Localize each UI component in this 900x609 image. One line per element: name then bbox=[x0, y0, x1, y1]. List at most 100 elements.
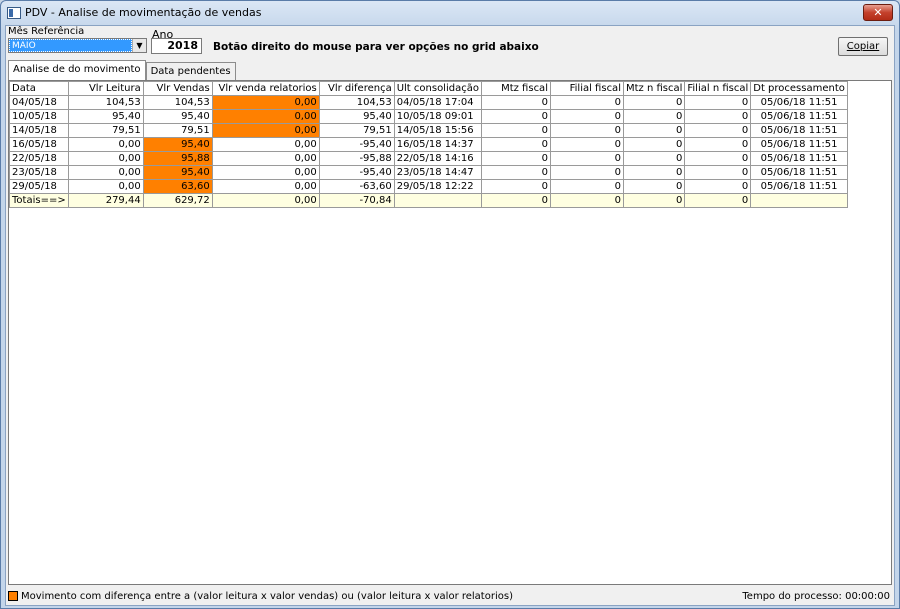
grid-cell[interactable]: 0,00 bbox=[67, 179, 144, 194]
grid-cell[interactable]: 0 bbox=[480, 179, 551, 194]
table-row[interactable]: 10/05/18 95,40 95,40 0,00 95,40 10/05/18 09:0… bbox=[9, 109, 848, 124]
copy-button[interactable]: Copiar bbox=[838, 37, 888, 56]
grid-cell[interactable]: 0 bbox=[549, 165, 624, 180]
grid-cell[interactable]: 95,40 bbox=[142, 137, 213, 152]
grid-cell[interactable]: 79,51 bbox=[142, 123, 213, 138]
table-row[interactable]: 29/05/18 0,00 63,60 0,00 -63,60 29/05/18 12:2… bbox=[9, 179, 848, 194]
grid-cell[interactable]: 0,00 bbox=[211, 95, 320, 110]
grid-cell[interactable]: 05/06/18 11:51 bbox=[750, 95, 848, 110]
grid-cell[interactable]: 04/05/18 17:04 bbox=[393, 95, 482, 110]
grid-cell[interactable]: 22/05/18 14:16 bbox=[393, 151, 482, 166]
grid-cell[interactable]: 0 bbox=[549, 137, 624, 152]
column-header[interactable]: Vlr venda relatorios bbox=[211, 81, 320, 96]
grid-cell[interactable]: 0 bbox=[622, 165, 686, 180]
grid-cell[interactable]: 95,40 bbox=[142, 165, 213, 180]
grid-cell[interactable]: 0 bbox=[549, 179, 624, 194]
chevron-down-icon[interactable]: ▼ bbox=[132, 39, 146, 52]
table-row[interactable]: 16/05/18 0,00 95,40 0,00 -95,40 16/05/18 14:3… bbox=[9, 137, 848, 152]
grid-cell[interactable]: 104,53 bbox=[142, 95, 213, 110]
table-row[interactable]: 04/05/18 104,53 104,53 0,00 104,53 04/05/18 1… bbox=[9, 95, 848, 110]
grid-cell[interactable]: 10/05/18 09:01 bbox=[393, 109, 482, 124]
grid-cell[interactable]: 0 bbox=[480, 109, 551, 124]
grid-cell[interactable]: 05/06/18 11:51 bbox=[750, 151, 848, 166]
grid-cell[interactable]: 04/05/18 bbox=[9, 95, 69, 110]
grid-cell[interactable]: 0 bbox=[622, 95, 686, 110]
grid-cell[interactable]: 0 bbox=[684, 95, 752, 110]
year-input[interactable]: 2018 bbox=[151, 38, 202, 54]
column-header[interactable]: Mtz fiscal bbox=[480, 81, 551, 96]
grid-cell[interactable]: 05/06/18 11:51 bbox=[750, 137, 848, 152]
grid-cell[interactable]: 0,00 bbox=[211, 123, 320, 138]
totals-row[interactable]: Totais==> 279,44 629,72 0,00 -70,84 0 0 0 0 bbox=[9, 193, 848, 208]
close-button[interactable]: ✕ bbox=[863, 4, 893, 21]
grid-cell[interactable]: 29/05/18 12:22 bbox=[393, 179, 482, 194]
grid-cell[interactable]: 0 bbox=[480, 165, 551, 180]
grid-cell[interactable]: 0,00 bbox=[67, 165, 144, 180]
grid-cell[interactable]: 95,40 bbox=[67, 109, 144, 124]
column-header[interactable]: Filial fiscal bbox=[549, 81, 624, 96]
grid-cell[interactable]: 95,88 bbox=[142, 151, 213, 166]
grid-cell[interactable]: 0 bbox=[684, 123, 752, 138]
grid-table[interactable]: Data Vlr Leitura Vlr Vendas Vlr venda relat… bbox=[9, 81, 848, 208]
grid-cell[interactable]: 23/05/18 14:47 bbox=[393, 165, 482, 180]
tab-data-pendentes[interactable]: Data pendentes bbox=[145, 62, 236, 80]
grid-cell[interactable]: 14/05/18 15:56 bbox=[393, 123, 482, 138]
grid-cell[interactable]: -95,88 bbox=[318, 151, 395, 166]
grid-cell[interactable]: 05/06/18 11:51 bbox=[750, 109, 848, 124]
grid-cell[interactable]: 0,00 bbox=[211, 151, 320, 166]
grid-cell[interactable]: 79,51 bbox=[318, 123, 395, 138]
grid-cell[interactable]: 95,40 bbox=[318, 109, 395, 124]
grid-cell[interactable]: 0,00 bbox=[211, 109, 320, 124]
data-grid[interactable]: Data Vlr Leitura Vlr Vendas Vlr venda relat… bbox=[8, 80, 892, 585]
column-header[interactable]: Filial n fiscal bbox=[684, 81, 752, 96]
grid-cell[interactable]: -95,40 bbox=[318, 165, 395, 180]
grid-cell[interactable]: 23/05/18 bbox=[9, 165, 69, 180]
grid-cell[interactable]: 0,00 bbox=[211, 179, 320, 194]
tab-analise-movimento[interactable]: Analise de do movimento bbox=[8, 60, 146, 80]
month-dropdown[interactable]: MAIO ▼ bbox=[8, 38, 147, 53]
grid-cell[interactable]: 0 bbox=[622, 109, 686, 124]
grid-cell[interactable]: 0 bbox=[622, 151, 686, 166]
grid-cell[interactable]: 14/05/18 bbox=[9, 123, 69, 138]
grid-cell[interactable]: 0 bbox=[684, 137, 752, 152]
grid-cell[interactable]: 05/06/18 11:51 bbox=[750, 165, 848, 180]
column-header[interactable]: Vlr diferença bbox=[318, 81, 395, 96]
grid-cell[interactable]: 0,00 bbox=[67, 137, 144, 152]
grid-cell[interactable]: 95,40 bbox=[142, 109, 213, 124]
grid-cell[interactable]: 0 bbox=[684, 165, 752, 180]
grid-cell[interactable]: 05/06/18 11:51 bbox=[750, 179, 848, 194]
grid-cell[interactable]: 29/05/18 bbox=[9, 179, 69, 194]
grid-cell[interactable]: 0 bbox=[480, 123, 551, 138]
grid-cell[interactable]: 79,51 bbox=[67, 123, 144, 138]
column-header[interactable]: Dt processamento bbox=[750, 81, 848, 96]
grid-cell[interactable]: 0 bbox=[684, 151, 752, 166]
column-header[interactable]: Vlr Leitura bbox=[67, 81, 144, 96]
grid-cell[interactable]: 0 bbox=[549, 151, 624, 166]
column-header[interactable]: Vlr Vendas bbox=[142, 81, 213, 96]
column-header[interactable]: Ult consolidação bbox=[393, 81, 482, 96]
grid-cell[interactable]: 0 bbox=[480, 137, 551, 152]
grid-cell[interactable]: 0 bbox=[549, 95, 624, 110]
grid-cell[interactable]: -95,40 bbox=[318, 137, 395, 152]
grid-cell[interactable]: 0,00 bbox=[67, 151, 144, 166]
grid-cell[interactable]: 05/06/18 11:51 bbox=[750, 123, 848, 138]
table-row[interactable]: 22/05/18 0,00 95,88 0,00 -95,88 22/05/18 14:1… bbox=[9, 151, 848, 166]
month-value[interactable]: MAIO bbox=[9, 39, 132, 52]
column-header[interactable]: Data bbox=[9, 81, 69, 96]
grid-cell[interactable]: 0 bbox=[622, 179, 686, 194]
grid-cell[interactable]: 10/05/18 bbox=[9, 109, 69, 124]
grid-cell[interactable]: 0,00 bbox=[211, 137, 320, 152]
column-header[interactable]: Mtz n fiscal bbox=[622, 81, 686, 96]
table-row[interactable]: 14/05/18 79,51 79,51 0,00 79,51 14/05/18 15:5… bbox=[9, 123, 848, 138]
grid-cell[interactable]: 0 bbox=[684, 109, 752, 124]
table-row[interactable]: 23/05/18 0,00 95,40 0,00 -95,40 23/05/18 14:4… bbox=[9, 165, 848, 180]
grid-cell[interactable]: 0 bbox=[549, 109, 624, 124]
grid-cell[interactable]: 0 bbox=[480, 95, 551, 110]
grid-cell[interactable]: 0,00 bbox=[211, 165, 320, 180]
grid-cell[interactable]: 22/05/18 bbox=[9, 151, 69, 166]
grid-cell[interactable]: 0 bbox=[622, 137, 686, 152]
grid-cell[interactable]: 104,53 bbox=[318, 95, 395, 110]
grid-cell[interactable]: 0 bbox=[549, 123, 624, 138]
grid-cell[interactable]: 63,60 bbox=[142, 179, 213, 194]
grid-cell[interactable]: 0 bbox=[622, 123, 686, 138]
